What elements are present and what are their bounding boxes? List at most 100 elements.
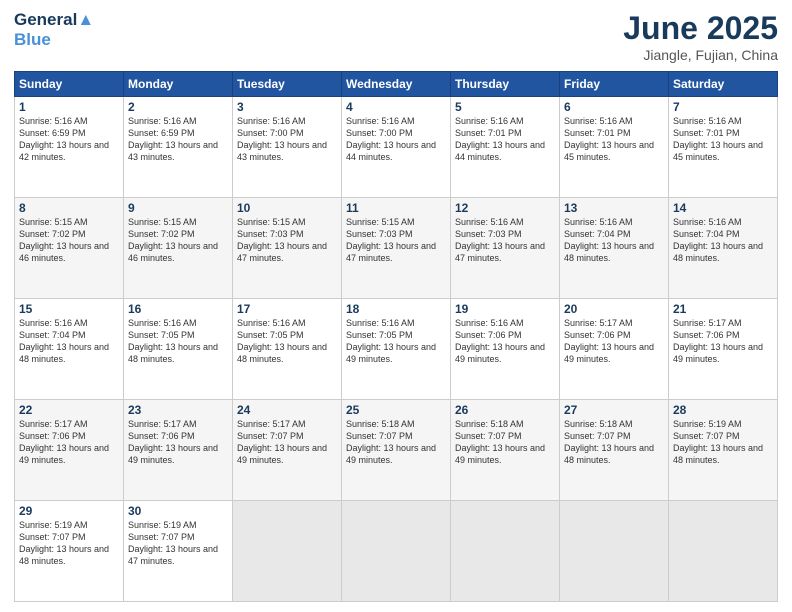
day-info: Sunrise: 5:16 AMSunset: 7:03 PMDaylight:…: [455, 216, 555, 265]
day-number: 8: [19, 201, 119, 215]
day-info: Sunrise: 5:19 AMSunset: 7:07 PMDaylight:…: [673, 418, 773, 467]
col-tuesday: Tuesday: [233, 72, 342, 97]
day-cell-1: 1Sunrise: 5:16 AMSunset: 6:59 PMDaylight…: [15, 97, 124, 198]
calendar-week-row: 1Sunrise: 5:16 AMSunset: 6:59 PMDaylight…: [15, 97, 778, 198]
col-wednesday: Wednesday: [342, 72, 451, 97]
day-number: 6: [564, 100, 664, 114]
day-info: Sunrise: 5:19 AMSunset: 7:07 PMDaylight:…: [19, 519, 119, 568]
day-info: Sunrise: 5:16 AMSunset: 7:05 PMDaylight:…: [237, 317, 337, 366]
day-info: Sunrise: 5:15 AMSunset: 7:02 PMDaylight:…: [128, 216, 228, 265]
day-number: 15: [19, 302, 119, 316]
day-number: 10: [237, 201, 337, 215]
day-info: Sunrise: 5:18 AMSunset: 7:07 PMDaylight:…: [346, 418, 446, 467]
day-number: 14: [673, 201, 773, 215]
day-info: Sunrise: 5:16 AMSunset: 7:00 PMDaylight:…: [237, 115, 337, 164]
day-number: 5: [455, 100, 555, 114]
day-cell-14: 14Sunrise: 5:16 AMSunset: 7:04 PMDayligh…: [669, 198, 778, 299]
day-info: Sunrise: 5:17 AMSunset: 7:06 PMDaylight:…: [128, 418, 228, 467]
title-block: June 2025 Jiangle, Fujian, China: [623, 10, 778, 63]
day-cell-3: 3Sunrise: 5:16 AMSunset: 7:00 PMDaylight…: [233, 97, 342, 198]
day-number: 4: [346, 100, 446, 114]
calendar-week-row: 15Sunrise: 5:16 AMSunset: 7:04 PMDayligh…: [15, 299, 778, 400]
day-cell-13: 13Sunrise: 5:16 AMSunset: 7:04 PMDayligh…: [560, 198, 669, 299]
day-number: 21: [673, 302, 773, 316]
day-cell-20: 20Sunrise: 5:17 AMSunset: 7:06 PMDayligh…: [560, 299, 669, 400]
day-cell-11: 11Sunrise: 5:15 AMSunset: 7:03 PMDayligh…: [342, 198, 451, 299]
day-info: Sunrise: 5:18 AMSunset: 7:07 PMDaylight:…: [564, 418, 664, 467]
day-info: Sunrise: 5:16 AMSunset: 7:04 PMDaylight:…: [19, 317, 119, 366]
col-monday: Monday: [124, 72, 233, 97]
day-info: Sunrise: 5:16 AMSunset: 7:00 PMDaylight:…: [346, 115, 446, 164]
calendar-week-row: 29Sunrise: 5:19 AMSunset: 7:07 PMDayligh…: [15, 501, 778, 602]
header: General▲Blue June 2025 Jiangle, Fujian, …: [14, 10, 778, 63]
day-number: 25: [346, 403, 446, 417]
day-cell-12: 12Sunrise: 5:16 AMSunset: 7:03 PMDayligh…: [451, 198, 560, 299]
day-number: 3: [237, 100, 337, 114]
day-number: 23: [128, 403, 228, 417]
day-number: 11: [346, 201, 446, 215]
day-info: Sunrise: 5:15 AMSunset: 7:03 PMDaylight:…: [346, 216, 446, 265]
day-cell-7: 7Sunrise: 5:16 AMSunset: 7:01 PMDaylight…: [669, 97, 778, 198]
day-cell-22: 22Sunrise: 5:17 AMSunset: 7:06 PMDayligh…: [15, 400, 124, 501]
day-number: 24: [237, 403, 337, 417]
day-number: 19: [455, 302, 555, 316]
day-cell-27: 27Sunrise: 5:18 AMSunset: 7:07 PMDayligh…: [560, 400, 669, 501]
location: Jiangle, Fujian, China: [623, 47, 778, 63]
day-info: Sunrise: 5:16 AMSunset: 7:01 PMDaylight:…: [673, 115, 773, 164]
day-cell-17: 17Sunrise: 5:16 AMSunset: 7:05 PMDayligh…: [233, 299, 342, 400]
day-number: 22: [19, 403, 119, 417]
day-cell-19: 19Sunrise: 5:16 AMSunset: 7:06 PMDayligh…: [451, 299, 560, 400]
col-sunday: Sunday: [15, 72, 124, 97]
day-cell-10: 10Sunrise: 5:15 AMSunset: 7:03 PMDayligh…: [233, 198, 342, 299]
month-title: June 2025: [623, 10, 778, 47]
day-cell-23: 23Sunrise: 5:17 AMSunset: 7:06 PMDayligh…: [124, 400, 233, 501]
day-number: 1: [19, 100, 119, 114]
day-number: 26: [455, 403, 555, 417]
day-cell-25: 25Sunrise: 5:18 AMSunset: 7:07 PMDayligh…: [342, 400, 451, 501]
day-cell-30: 30Sunrise: 5:19 AMSunset: 7:07 PMDayligh…: [124, 501, 233, 602]
empty-cell: [451, 501, 560, 602]
day-info: Sunrise: 5:16 AMSunset: 7:04 PMDaylight:…: [673, 216, 773, 265]
day-number: 2: [128, 100, 228, 114]
day-cell-28: 28Sunrise: 5:19 AMSunset: 7:07 PMDayligh…: [669, 400, 778, 501]
day-cell-24: 24Sunrise: 5:17 AMSunset: 7:07 PMDayligh…: [233, 400, 342, 501]
day-cell-21: 21Sunrise: 5:17 AMSunset: 7:06 PMDayligh…: [669, 299, 778, 400]
col-friday: Friday: [560, 72, 669, 97]
day-cell-5: 5Sunrise: 5:16 AMSunset: 7:01 PMDaylight…: [451, 97, 560, 198]
calendar-week-row: 8Sunrise: 5:15 AMSunset: 7:02 PMDaylight…: [15, 198, 778, 299]
col-saturday: Saturday: [669, 72, 778, 97]
day-info: Sunrise: 5:16 AMSunset: 7:01 PMDaylight:…: [564, 115, 664, 164]
day-cell-29: 29Sunrise: 5:19 AMSunset: 7:07 PMDayligh…: [15, 501, 124, 602]
empty-cell: [233, 501, 342, 602]
day-info: Sunrise: 5:16 AMSunset: 7:01 PMDaylight:…: [455, 115, 555, 164]
day-cell-6: 6Sunrise: 5:16 AMSunset: 7:01 PMDaylight…: [560, 97, 669, 198]
day-info: Sunrise: 5:19 AMSunset: 7:07 PMDaylight:…: [128, 519, 228, 568]
day-info: Sunrise: 5:16 AMSunset: 7:04 PMDaylight:…: [564, 216, 664, 265]
logo: General▲Blue: [14, 10, 94, 49]
day-info: Sunrise: 5:15 AMSunset: 7:03 PMDaylight:…: [237, 216, 337, 265]
day-number: 17: [237, 302, 337, 316]
day-number: 18: [346, 302, 446, 316]
day-cell-2: 2Sunrise: 5:16 AMSunset: 6:59 PMDaylight…: [124, 97, 233, 198]
day-number: 13: [564, 201, 664, 215]
day-number: 27: [564, 403, 664, 417]
day-cell-4: 4Sunrise: 5:16 AMSunset: 7:00 PMDaylight…: [342, 97, 451, 198]
day-info: Sunrise: 5:15 AMSunset: 7:02 PMDaylight:…: [19, 216, 119, 265]
logo-text: General▲Blue: [14, 10, 94, 49]
page: General▲Blue June 2025 Jiangle, Fujian, …: [0, 0, 792, 612]
day-info: Sunrise: 5:16 AMSunset: 6:59 PMDaylight:…: [19, 115, 119, 164]
empty-cell: [342, 501, 451, 602]
day-number: 9: [128, 201, 228, 215]
day-cell-8: 8Sunrise: 5:15 AMSunset: 7:02 PMDaylight…: [15, 198, 124, 299]
day-cell-16: 16Sunrise: 5:16 AMSunset: 7:05 PMDayligh…: [124, 299, 233, 400]
day-number: 12: [455, 201, 555, 215]
day-cell-26: 26Sunrise: 5:18 AMSunset: 7:07 PMDayligh…: [451, 400, 560, 501]
day-info: Sunrise: 5:17 AMSunset: 7:06 PMDaylight:…: [19, 418, 119, 467]
calendar-table: Sunday Monday Tuesday Wednesday Thursday…: [14, 71, 778, 602]
day-number: 28: [673, 403, 773, 417]
calendar-header-row: Sunday Monday Tuesday Wednesday Thursday…: [15, 72, 778, 97]
day-info: Sunrise: 5:16 AMSunset: 7:05 PMDaylight:…: [346, 317, 446, 366]
day-info: Sunrise: 5:16 AMSunset: 6:59 PMDaylight:…: [128, 115, 228, 164]
day-number: 30: [128, 504, 228, 518]
day-number: 16: [128, 302, 228, 316]
